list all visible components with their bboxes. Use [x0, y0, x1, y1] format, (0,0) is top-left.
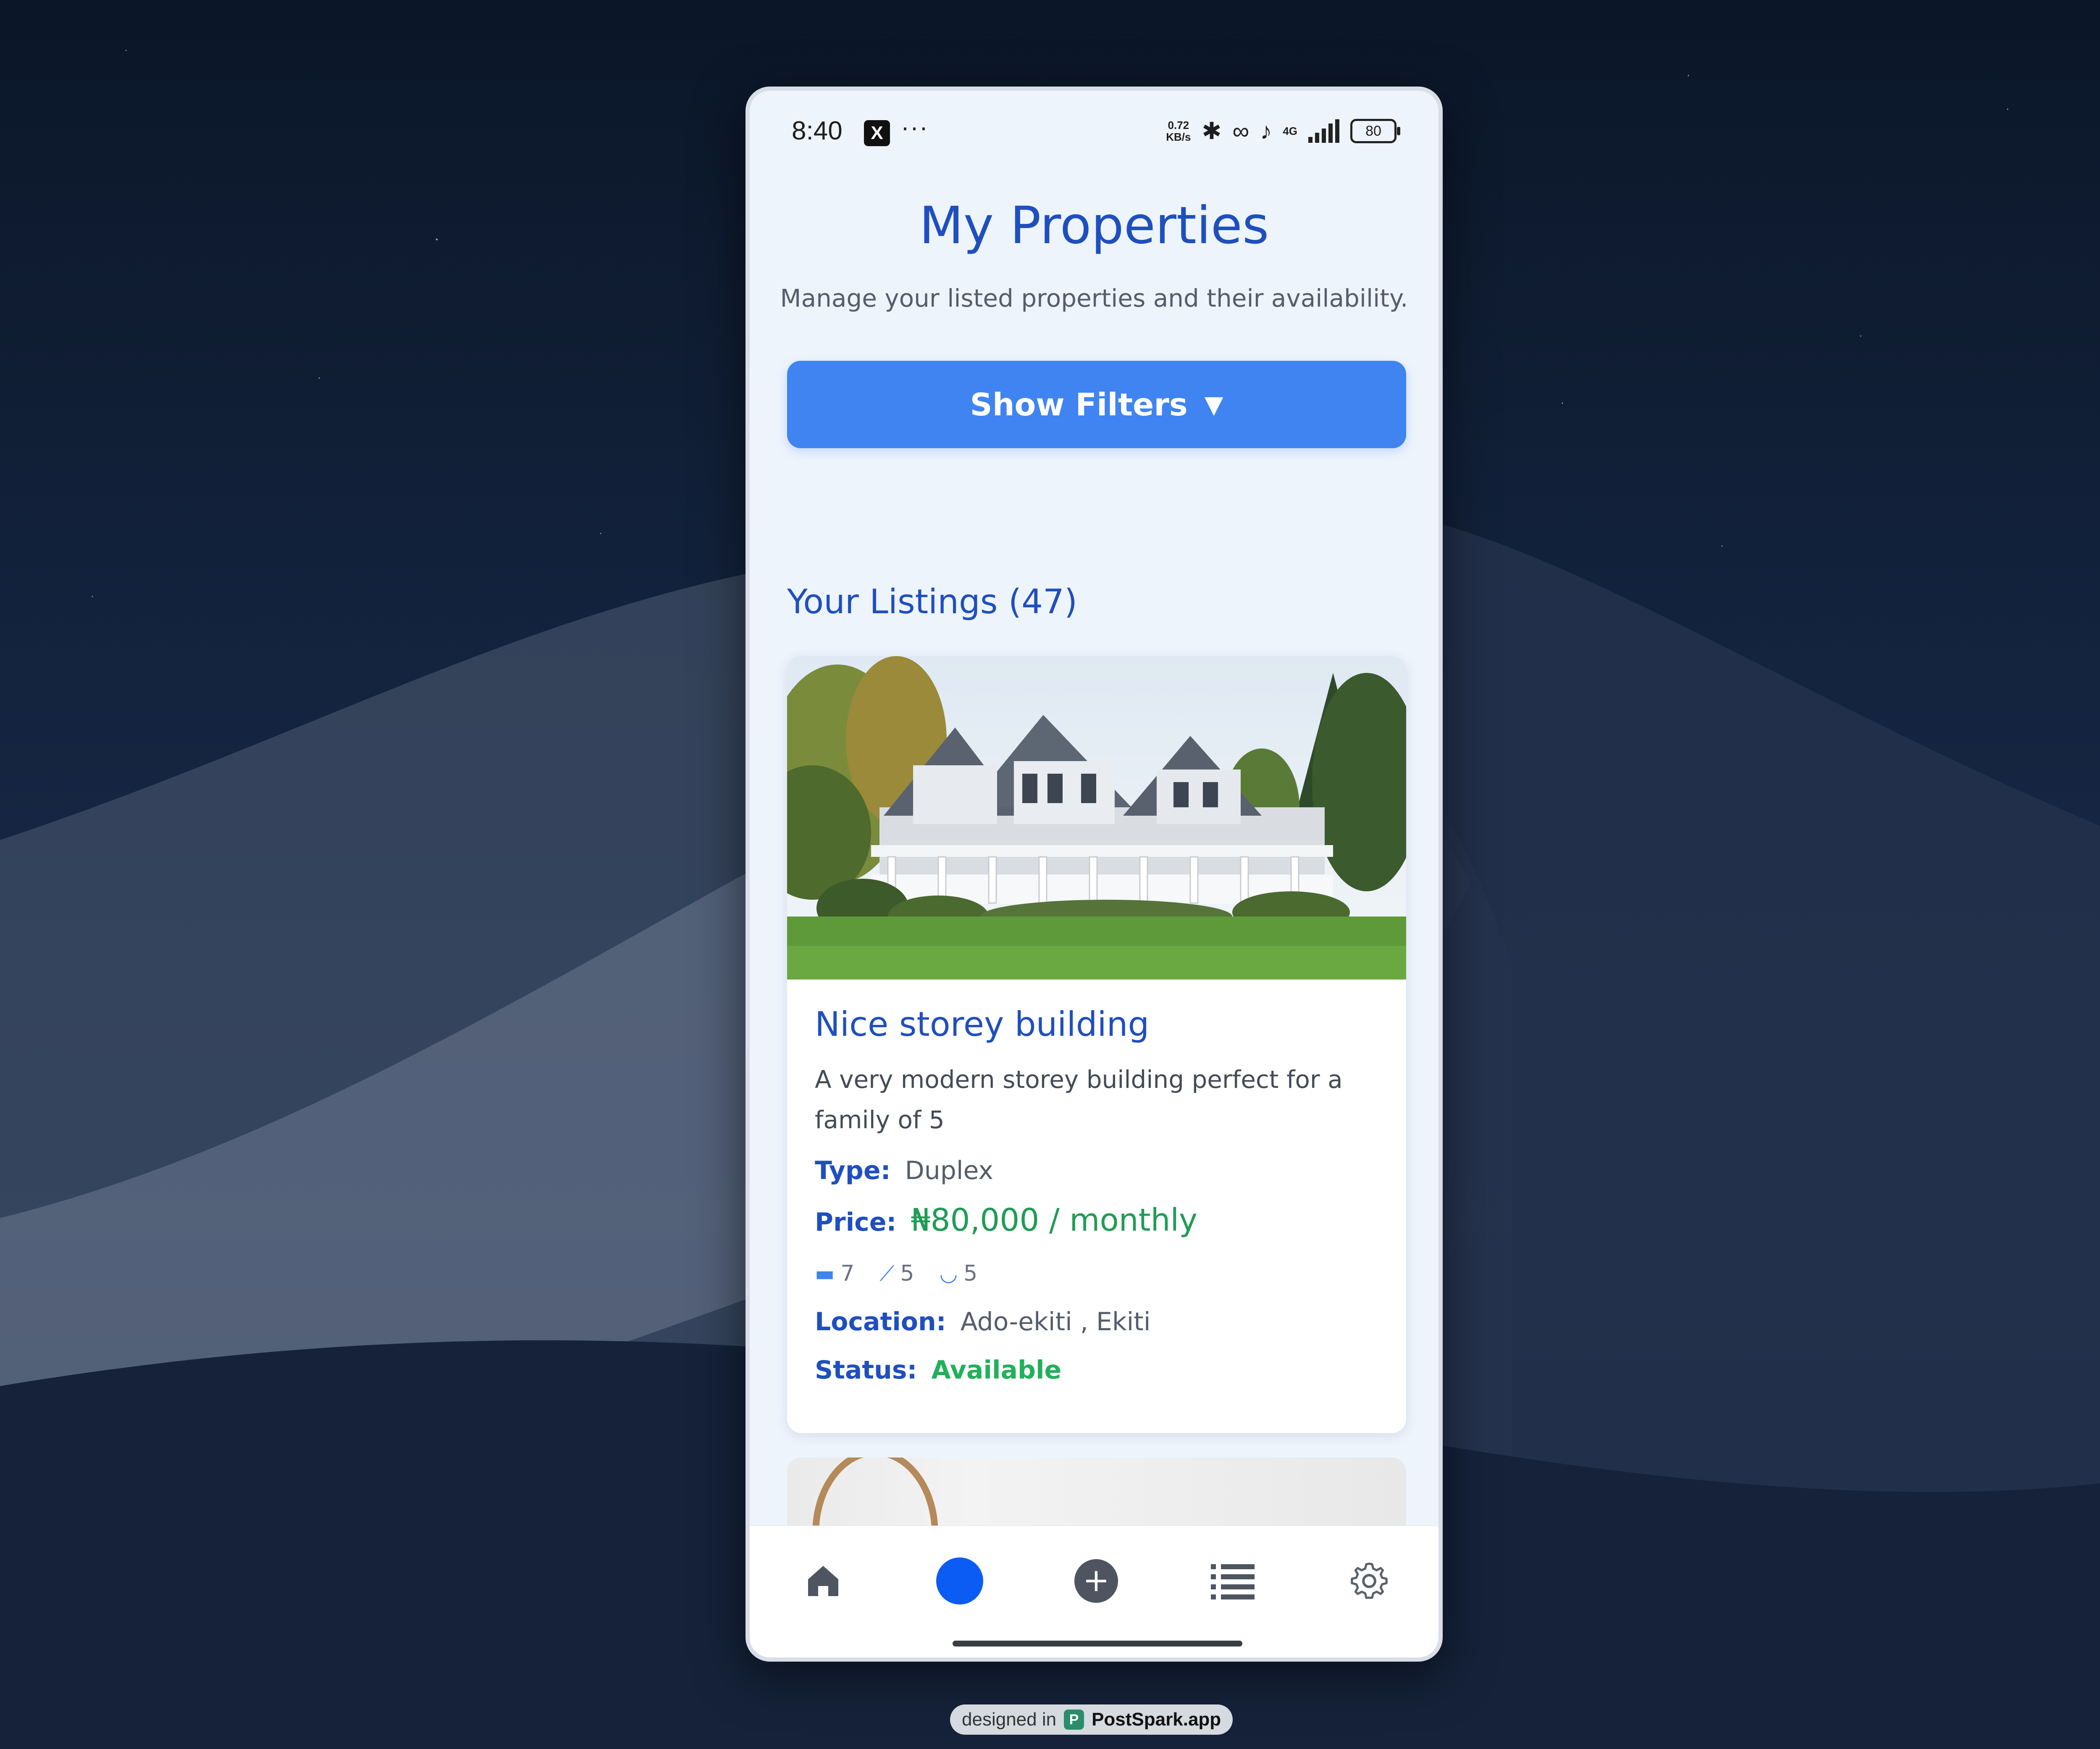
- property-type-label: Type:: [815, 1156, 891, 1185]
- property-price-row: Price: ₦80,000 / monthly: [815, 1202, 1197, 1238]
- property-location-value: Ado-ekiti , Ekiti: [960, 1307, 1151, 1337]
- nav-add-property[interactable]: +: [1069, 1554, 1124, 1608]
- bedrooms-count: 7: [840, 1261, 855, 1286]
- property-image: [787, 656, 1406, 980]
- add-icon: +: [1074, 1559, 1118, 1603]
- shower-icon: ⟋: [879, 1261, 895, 1286]
- property-description: A very modern storey building perfect fo…: [815, 1065, 1343, 1134]
- show-filters-button[interactable]: Show Filters ▼: [787, 361, 1406, 448]
- property-price-value: ₦80,000 / monthly: [911, 1202, 1197, 1238]
- bathrooms-count: 5: [900, 1261, 914, 1286]
- bluetooth-icon: ✱: [1202, 118, 1222, 144]
- property-status-row: Status: Available: [815, 1355, 1061, 1385]
- property-card[interactable]: Nice storey building A very modern store…: [787, 656, 1406, 1433]
- nav-settings[interactable]: [1342, 1554, 1396, 1608]
- property-price-label: Price:: [815, 1208, 897, 1237]
- property-features: ▬ 7 ⟋ 5 ◡ 5: [815, 1261, 977, 1286]
- home-indicator[interactable]: [953, 1641, 1242, 1647]
- nav-home[interactable]: [796, 1554, 850, 1608]
- list-icon: [1211, 1564, 1255, 1599]
- bedrooms-feature: ▬ 7: [815, 1261, 854, 1286]
- bed-icon: ▬: [815, 1261, 835, 1286]
- toilet-icon: ◡: [939, 1261, 958, 1286]
- bottom-navigation: +: [750, 1526, 1438, 1657]
- phone-frame: 8:40 X ··· 0.72 KB/s ✱ ∞ ♪ 4G 80 My Prop…: [746, 87, 1443, 1662]
- nav-listings[interactable]: [1205, 1554, 1260, 1608]
- mute-icon: ♪: [1260, 118, 1272, 144]
- triangle-down-icon: ▼: [1204, 390, 1223, 419]
- signal-strength-icon: [1308, 119, 1339, 143]
- property-type-value: Duplex: [905, 1156, 993, 1185]
- status-icons: 0.72 KB/s ✱ ∞ ♪ 4G 80: [1166, 118, 1400, 144]
- postspark-watermark: designed in P PostSpark.app: [950, 1704, 1233, 1735]
- page-subtitle: Manage your listed properties and their …: [780, 284, 1408, 313]
- network-speed-unit: KB/s: [1166, 131, 1191, 143]
- postspark-logo-icon: P: [1064, 1710, 1084, 1730]
- page-title: My Properties: [919, 196, 1269, 255]
- settings-icon: [1351, 1563, 1388, 1599]
- status-bar: 8:40 X ··· 0.72 KB/s ✱ ∞ ♪ 4G 80: [750, 91, 1438, 175]
- bathrooms-feature: ⟋ 5: [879, 1261, 914, 1286]
- property-location-row: Location: Ado-ekiti , Ekiti: [815, 1307, 1151, 1337]
- battery-icon: 80: [1350, 119, 1400, 143]
- watermark-prefix: designed in: [962, 1709, 1057, 1730]
- network-type: 4G: [1283, 124, 1297, 137]
- x-app-icon: X: [864, 120, 890, 146]
- more-notifications-icon: ···: [901, 113, 929, 141]
- property-title[interactable]: Nice storey building: [815, 1005, 1149, 1044]
- link-icon: ∞: [1232, 118, 1250, 144]
- network-speed-value: 0.72: [1168, 119, 1189, 131]
- listings-heading: Your Listings (47): [787, 582, 1078, 621]
- status-time: 8:40: [792, 116, 843, 145]
- network-speed: 0.72 KB/s: [1166, 119, 1191, 143]
- property-status-value: Available: [931, 1355, 1062, 1385]
- watermark-brand: PostSpark.app: [1092, 1709, 1221, 1730]
- toilets-count: 5: [963, 1261, 978, 1286]
- show-filters-label: Show Filters: [970, 387, 1188, 423]
- property-location-label: Location:: [815, 1307, 946, 1337]
- property-status-label: Status:: [815, 1355, 917, 1385]
- active-tab-indicator-icon: [936, 1557, 983, 1605]
- property-type-row: Type: Duplex: [815, 1156, 993, 1185]
- nav-my-properties[interactable]: [932, 1554, 987, 1608]
- toilets-feature: ◡ 5: [939, 1261, 977, 1286]
- home-icon: [808, 1566, 838, 1596]
